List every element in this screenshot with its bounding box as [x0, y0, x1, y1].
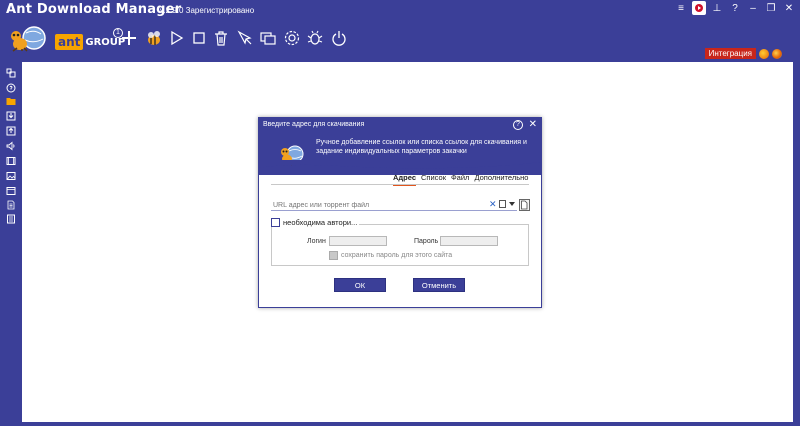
- brand-ant: ant: [55, 34, 84, 50]
- sidebar-item-downloading[interactable]: [6, 108, 16, 121]
- browser-icon[interactable]: [772, 48, 782, 59]
- sidebar-item-all[interactable]: [6, 65, 16, 78]
- app-title: Ant Download Manager: [6, 2, 182, 17]
- play-icon: [171, 30, 184, 46]
- auth-header: необходима автори...: [269, 218, 360, 227]
- link-capture-button[interactable]: [235, 28, 255, 48]
- help-icon[interactable]: ?: [728, 1, 742, 15]
- stop-button[interactable]: [189, 28, 209, 48]
- file-icon: [521, 200, 528, 210]
- sidebar-item-completed[interactable]: [6, 123, 16, 136]
- settings-button[interactable]: [282, 28, 302, 48]
- record-icon[interactable]: [692, 1, 706, 15]
- login-label: Логин: [307, 238, 326, 245]
- title-bar: Ant Download Manager v.2.9.0 Зарегистрир…: [0, 0, 800, 22]
- firefox-icon[interactable]: [759, 48, 769, 59]
- sidebar-item-documents[interactable]: [6, 197, 16, 210]
- dialog-close-icon[interactable]: ✕: [529, 119, 537, 130]
- ok-button[interactable]: ОК: [334, 278, 386, 292]
- auth-label: необходима автори...: [283, 218, 358, 227]
- open-file-button[interactable]: [519, 199, 530, 211]
- bug-report-button[interactable]: [305, 28, 325, 48]
- plus-icon: [122, 31, 136, 45]
- folder-icon: [6, 98, 16, 105]
- restore-icon[interactable]: ❐: [764, 1, 778, 15]
- password-label: Пароль: [414, 238, 439, 245]
- window-controls: ≡ ⊥ ? – ❐ ✕: [674, 1, 796, 15]
- password-input: [440, 236, 498, 246]
- sidebar-item-folder[interactable]: [6, 93, 16, 105]
- power-button[interactable]: [329, 28, 349, 48]
- close-icon[interactable]: ✕: [782, 1, 796, 15]
- archive-icon: [6, 187, 16, 195]
- save-password-label: сохранить пароль для этого сайта: [341, 252, 453, 259]
- integration-badge[interactable]: Интеграция: [704, 47, 782, 60]
- clear-url-icon[interactable]: ✕: [489, 199, 497, 210]
- integration-label: Интеграция: [704, 48, 756, 59]
- auth-checkbox[interactable]: [271, 218, 280, 227]
- tab-divider: [271, 184, 529, 185]
- start-button[interactable]: [166, 28, 186, 48]
- ant-group-brand: ant GROUP 1: [55, 28, 125, 50]
- bug-icon: [307, 30, 323, 45]
- save-password-checkbox: [329, 251, 338, 260]
- other-icon: [7, 214, 15, 224]
- header-wave: [259, 160, 541, 169]
- windows-button[interactable]: [258, 28, 278, 48]
- add-download-button[interactable]: [119, 28, 139, 48]
- sidebar-item-archives[interactable]: [6, 183, 16, 195]
- ant-logo-icon: [11, 26, 46, 52]
- url-field-row: ✕: [271, 199, 517, 211]
- image-icon: [6, 172, 16, 180]
- bee-icon: [148, 31, 160, 45]
- toolbar: ant GROUP 1: [0, 22, 800, 62]
- video-icon: [6, 157, 16, 165]
- cancel-button[interactable]: Отменить: [413, 278, 465, 292]
- download-out-icon: [6, 126, 16, 136]
- add-url-dialog: Введите адрес для скачивания ? ✕ Ручное …: [258, 117, 542, 308]
- trash-icon: [215, 31, 227, 46]
- stop-icon: [193, 32, 205, 44]
- power-icon: [332, 31, 346, 46]
- sidebar-item-audio[interactable]: [6, 138, 16, 151]
- sidebar-item-images[interactable]: [6, 168, 16, 180]
- sidebar-item-unknown[interactable]: [6, 80, 16, 93]
- login-input: [329, 236, 387, 246]
- all-downloads-icon: [6, 68, 16, 78]
- dialog-title-bar: Введите адрес для скачивания ? ✕: [259, 118, 541, 133]
- app-version: v.2.9.0 Зарегистрировано: [160, 6, 255, 15]
- audio-icon: [6, 141, 15, 151]
- bee-button[interactable]: [144, 28, 164, 48]
- url-input[interactable]: [273, 200, 483, 210]
- pin-icon[interactable]: ⊥: [710, 1, 724, 15]
- sidebar-item-video[interactable]: [6, 153, 16, 165]
- dialog-description: Ручное добавление ссылок или списка ссыл…: [316, 139, 527, 155]
- sidebar: [0, 62, 22, 426]
- windows-icon: [260, 32, 276, 45]
- clipboard-icon[interactable]: [499, 200, 506, 208]
- download-in-icon: [6, 111, 16, 121]
- dialog-title: Введите адрес для скачивания: [263, 121, 365, 128]
- sidebar-item-other[interactable]: [6, 211, 16, 224]
- minimize-icon[interactable]: –: [746, 1, 760, 15]
- question-icon: [6, 83, 16, 93]
- gear-icon: [284, 30, 300, 46]
- delete-button[interactable]: [211, 28, 231, 48]
- document-icon: [7, 200, 15, 210]
- link-cursor-icon: [237, 30, 252, 45]
- chevron-down-icon[interactable]: [509, 202, 515, 206]
- dialog-help-icon[interactable]: ?: [513, 120, 523, 130]
- menu-icon[interactable]: ≡: [674, 1, 688, 15]
